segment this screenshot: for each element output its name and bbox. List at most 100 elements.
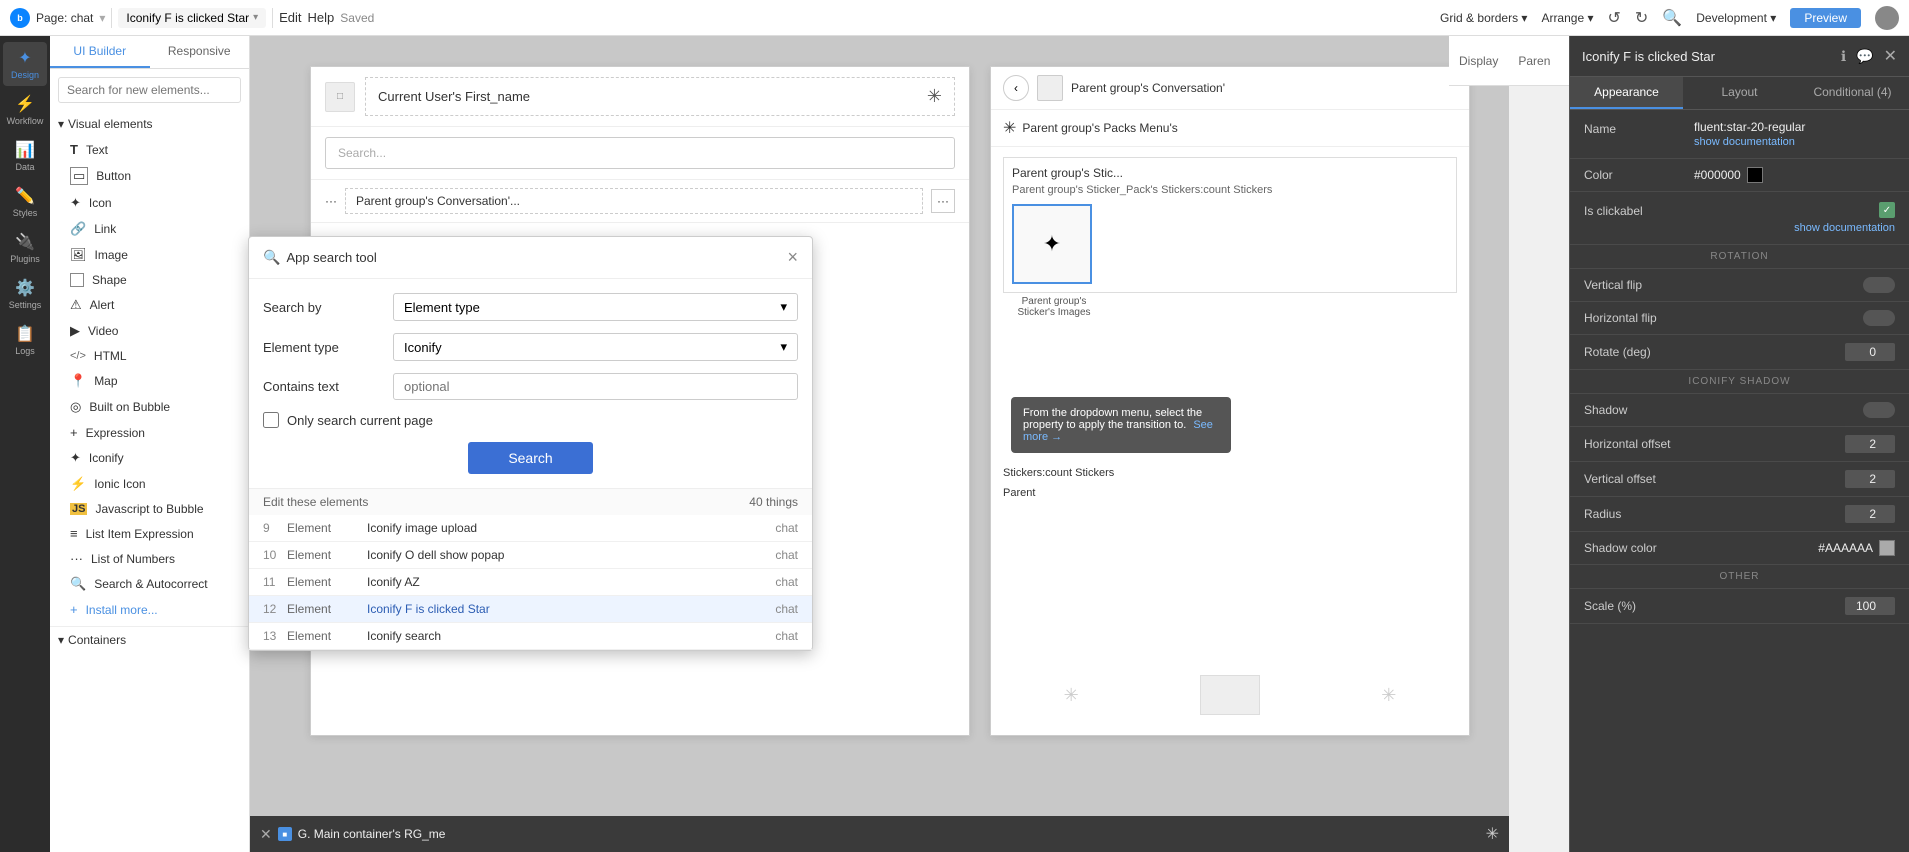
is-clickable-checkbox[interactable]: ✓ (1879, 202, 1895, 218)
video-icon: ▶ (70, 323, 80, 339)
preview-btn[interactable]: Preview (1790, 8, 1861, 28)
is-clickable-value-area: ✓ show documentation (1694, 202, 1895, 234)
search-button[interactable]: Search (468, 442, 592, 474)
vertical-offset-input[interactable] (1845, 470, 1895, 488)
panel-item-video[interactable]: ▶ Video (50, 318, 249, 344)
search-by-dropdown[interactable]: Element type ▾ (393, 293, 798, 321)
search-field[interactable]: Search... (325, 137, 955, 169)
result-row-12[interactable]: 12 Element Iconify F is clicked Star cha… (249, 596, 812, 623)
panel-item-install[interactable]: + Install more... (50, 597, 249, 622)
panel-search-input[interactable] (58, 77, 241, 103)
panel-item-button[interactable]: ▭ Button (50, 162, 249, 190)
panel-item-link[interactable]: 🔗 Link (50, 216, 249, 242)
rotate-input[interactable] (1845, 343, 1895, 361)
result-name-12: Iconify F is clicked Star (367, 602, 775, 616)
element-type-dropdown[interactable]: Iconify ▾ (393, 333, 798, 361)
tab-ui-builder[interactable]: UI Builder (50, 36, 150, 68)
panel-item-bubble[interactable]: ◎ Built on Bubble (50, 394, 249, 420)
packs-spinner-icon: ✳ (1003, 118, 1016, 138)
panel-tabs: UI Builder Responsive (50, 36, 249, 69)
tab-conditional[interactable]: Conditional (4) (1796, 77, 1909, 109)
arrange-btn[interactable]: Arrange ▾ (1541, 11, 1593, 25)
sidebar-icon-styles[interactable]: ✏️ Styles (3, 180, 47, 224)
shadow-color-swatch[interactable] (1879, 540, 1895, 556)
parent-tab[interactable]: Paren (1508, 46, 1560, 76)
panel-item-search[interactable]: 🔍 Search & Autocorrect (50, 571, 249, 597)
redo-icon[interactable]: ↻ (1635, 8, 1648, 28)
chat-icon[interactable]: 💬 (1856, 48, 1873, 65)
sidebar-icon-plugins[interactable]: 🔌 Plugins (3, 226, 47, 270)
sidebar-icon-logs[interactable]: 📋 Logs (3, 318, 47, 362)
tab-appearance[interactable]: Appearance (1570, 77, 1683, 109)
sidebar-icon-settings[interactable]: ⚙️ Settings (3, 272, 47, 316)
modal-close-icon[interactable]: ✕ (1884, 46, 1897, 66)
result-row-13[interactable]: 13 Element Iconify search chat (249, 623, 812, 650)
nav-row: ‹ Parent group's Conversation' (991, 67, 1469, 110)
panel-item-iconify[interactable]: ✦ Iconify (50, 445, 249, 471)
nav-back-btn[interactable]: ‹ (1003, 75, 1029, 101)
show-doc2-link[interactable]: show documentation (1694, 222, 1895, 234)
horizontal-offset-input[interactable] (1845, 435, 1895, 453)
panel-item-list-expr[interactable]: ≡ List Item Expression (50, 521, 249, 546)
radius-input[interactable] (1845, 505, 1895, 523)
panel-item-icon[interactable]: ✦ Icon (50, 190, 249, 216)
horizontal-flip-row: Horizontal flip (1570, 302, 1909, 335)
search-icon[interactable]: 🔍 (1662, 8, 1682, 28)
color-swatch[interactable] (1747, 167, 1763, 183)
panel-item-image[interactable]: 🖼 Image (50, 242, 249, 268)
panel-item-text[interactable]: T Text (50, 137, 249, 162)
panel-item-map[interactable]: 📍 Map (50, 368, 249, 394)
sticker-item-selected[interactable]: ✦ Parent group's Sticker's Images (1012, 204, 1092, 284)
scale-input[interactable] (1845, 597, 1895, 615)
search-popup-close-btn[interactable]: × (787, 247, 798, 268)
tab-layout[interactable]: Layout (1683, 77, 1796, 109)
visual-elements-list: T Text ▭ Button ✦ Icon 🔗 Link 🖼 Image Sh… (50, 137, 249, 622)
result-row-11[interactable]: 11 Element Iconify AZ chat (249, 569, 812, 596)
close-selected-icon[interactable]: ✕ (260, 826, 272, 843)
vertical-offset-row: Vertical offset (1570, 462, 1909, 497)
info-icon[interactable]: ℹ (1841, 48, 1846, 65)
tab-responsive[interactable]: Responsive (150, 36, 250, 68)
display-tab[interactable]: Display (1449, 46, 1508, 76)
undo-icon[interactable]: ↺ (1608, 8, 1621, 28)
show-doc-link[interactable]: show documentation (1694, 136, 1895, 148)
panel-item-expression[interactable]: + Expression (50, 420, 249, 445)
sidebar-icon-data[interactable]: 📊 Data (3, 134, 47, 178)
contains-text-input[interactable] (393, 373, 798, 400)
right-side-tabs: Display Paren (1449, 36, 1569, 86)
containers-section[interactable]: ▾ Containers (50, 626, 249, 653)
search-by-row: Search by Element type ▾ (263, 293, 798, 321)
result-type-11: Element (287, 575, 367, 589)
help-menu[interactable]: Help (308, 10, 335, 25)
panel-item-list-num[interactable]: ··· List of Numbers (50, 546, 249, 571)
vertical-flip-toggle[interactable] (1863, 277, 1895, 293)
grid-borders-btn[interactable]: Grid & borders ▾ (1440, 11, 1527, 25)
page-dropdown-icon[interactable]: ▾ (99, 11, 105, 25)
containers-arrow: ▾ (58, 633, 64, 647)
only-current-page-checkbox[interactable] (263, 412, 279, 428)
horizontal-flip-toggle[interactable] (1863, 310, 1895, 326)
conversation-bar: ··· Parent group's Conversation'... ··· (311, 180, 969, 223)
panel-item-js[interactable]: JS Javascript to Bubble (50, 497, 249, 521)
panel-item-shape[interactable]: Shape (50, 268, 249, 292)
development-btn[interactable]: Development ▾ (1696, 11, 1776, 25)
panel-item-html[interactable]: </> HTML (50, 344, 249, 368)
element-dropdown-icon[interactable]: ▾ (253, 12, 258, 23)
sidebar-icon-workflow[interactable]: ⚡ Workflow (3, 88, 47, 132)
panel-item-alert[interactable]: ⚠ Alert (50, 292, 249, 318)
results-list: 9 Element Iconify image upload chat 10 E… (249, 515, 812, 650)
spinner-icon: ✳ (927, 86, 942, 107)
shadow-toggle[interactable] (1863, 402, 1895, 418)
visual-elements-section[interactable]: ▾ Visual elements (50, 111, 249, 137)
edit-menu[interactable]: Edit (279, 10, 301, 25)
search-bar-area: Search... (311, 127, 969, 180)
divider2 (272, 8, 273, 28)
divider1 (111, 8, 112, 28)
result-row-9[interactable]: 9 Element Iconify image upload chat (249, 515, 812, 542)
result-row-10[interactable]: 10 Element Iconify O dell show popap cha… (249, 542, 812, 569)
back-icon: ‹ (1014, 81, 1018, 95)
check-icon: ✓ (1883, 205, 1891, 216)
panel-item-ionic[interactable]: ⚡ Ionic Icon (50, 471, 249, 497)
element-type-row: Element type Iconify ▾ (263, 333, 798, 361)
sidebar-icon-design[interactable]: ✦ Design (3, 42, 47, 86)
